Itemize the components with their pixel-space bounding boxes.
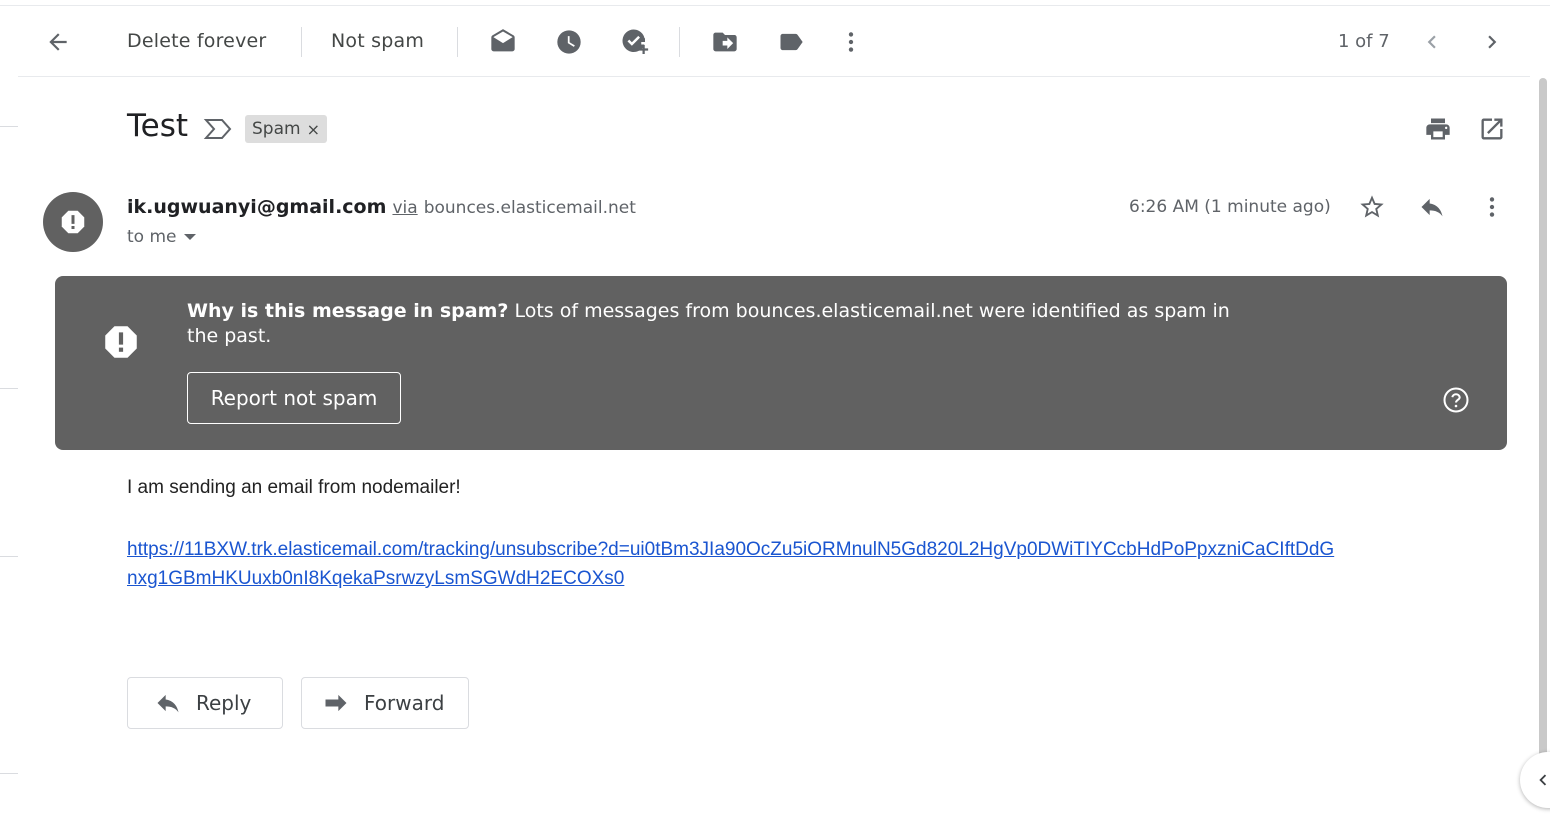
- email-subject: Test: [127, 108, 189, 144]
- snooze-clock-icon[interactable]: [549, 22, 589, 62]
- reply-icon: [157, 694, 179, 713]
- mark-unread-icon[interactable]: [483, 22, 523, 62]
- reply-button[interactable]: Reply: [127, 677, 283, 729]
- chevron-left-icon[interactable]: [1412, 22, 1452, 62]
- toolbar-separator: [679, 27, 680, 57]
- not-spam-button[interactable]: Not spam: [331, 30, 424, 52]
- sender-line: ik.ugwuanyi@gmail.com via bounces.elasti…: [127, 196, 636, 218]
- left-divider: [0, 773, 18, 774]
- chevron-left-icon: [1539, 774, 1547, 786]
- remove-label-button[interactable]: ×: [307, 120, 320, 139]
- print-icon[interactable]: [1418, 109, 1458, 149]
- via-domain: bounces.elasticemail.net: [423, 198, 636, 218]
- sender-email[interactable]: ik.ugwuanyi@gmail.com: [127, 196, 386, 218]
- recipient-details-toggle[interactable]: to me: [127, 227, 197, 247]
- recipient-label: to me: [127, 227, 177, 247]
- help-icon[interactable]: [1441, 385, 1471, 415]
- importance-marker-icon[interactable]: [203, 116, 233, 142]
- pagination-count: 1 of 7: [1338, 31, 1390, 52]
- warning-icon: [100, 321, 142, 363]
- reply-icon[interactable]: [1412, 187, 1452, 227]
- spam-heading: Why is this message in spam?: [187, 300, 509, 322]
- forward-button[interactable]: Forward: [301, 677, 469, 729]
- move-to-icon[interactable]: [705, 22, 745, 62]
- toolbar-separator: [457, 27, 458, 57]
- forward-icon: [325, 694, 347, 712]
- forward-label: Forward: [364, 691, 445, 715]
- left-divider: [0, 126, 18, 127]
- open-new-window-icon[interactable]: [1472, 109, 1512, 149]
- toolbar-divider: [18, 76, 1530, 77]
- spam-label-text: Spam: [252, 119, 301, 139]
- report-not-spam-button[interactable]: Report not spam: [187, 372, 401, 424]
- caret-down-icon: [183, 234, 196, 240]
- side-panel-toggle[interactable]: [1520, 752, 1550, 808]
- left-divider: [0, 556, 18, 557]
- more-vert-icon[interactable]: [831, 22, 871, 62]
- more-vert-icon[interactable]: [1472, 187, 1512, 227]
- add-task-icon[interactable]: [615, 22, 655, 62]
- toolbar-separator: [301, 27, 302, 57]
- unsubscribe-link[interactable]: https://11BXW.trk.elasticemail.com/track…: [127, 535, 1337, 593]
- label-icon[interactable]: [771, 22, 811, 62]
- via-link[interactable]: via: [392, 198, 417, 218]
- email-timestamp: 6:26 AM (1 minute ago): [1129, 197, 1331, 217]
- delete-forever-button[interactable]: Delete forever: [127, 30, 266, 52]
- chevron-right-icon[interactable]: [1472, 22, 1512, 62]
- reply-label: Reply: [196, 691, 252, 715]
- back-arrow-icon[interactable]: [38, 22, 78, 62]
- spam-label-chip: Spam ×: [245, 115, 327, 143]
- scrollbar-thumb[interactable]: [1539, 78, 1547, 768]
- spam-warning-banner: Why is this message in spam? Lots of mes…: [55, 276, 1507, 450]
- email-body-text: I am sending an email from nodemailer!: [127, 477, 461, 498]
- top-border: [0, 5, 1550, 6]
- sender-avatar[interactable]: [43, 192, 103, 252]
- spam-explanation: Why is this message in spam? Lots of mes…: [187, 299, 1267, 349]
- left-divider: [0, 388, 18, 389]
- star-icon[interactable]: [1352, 187, 1392, 227]
